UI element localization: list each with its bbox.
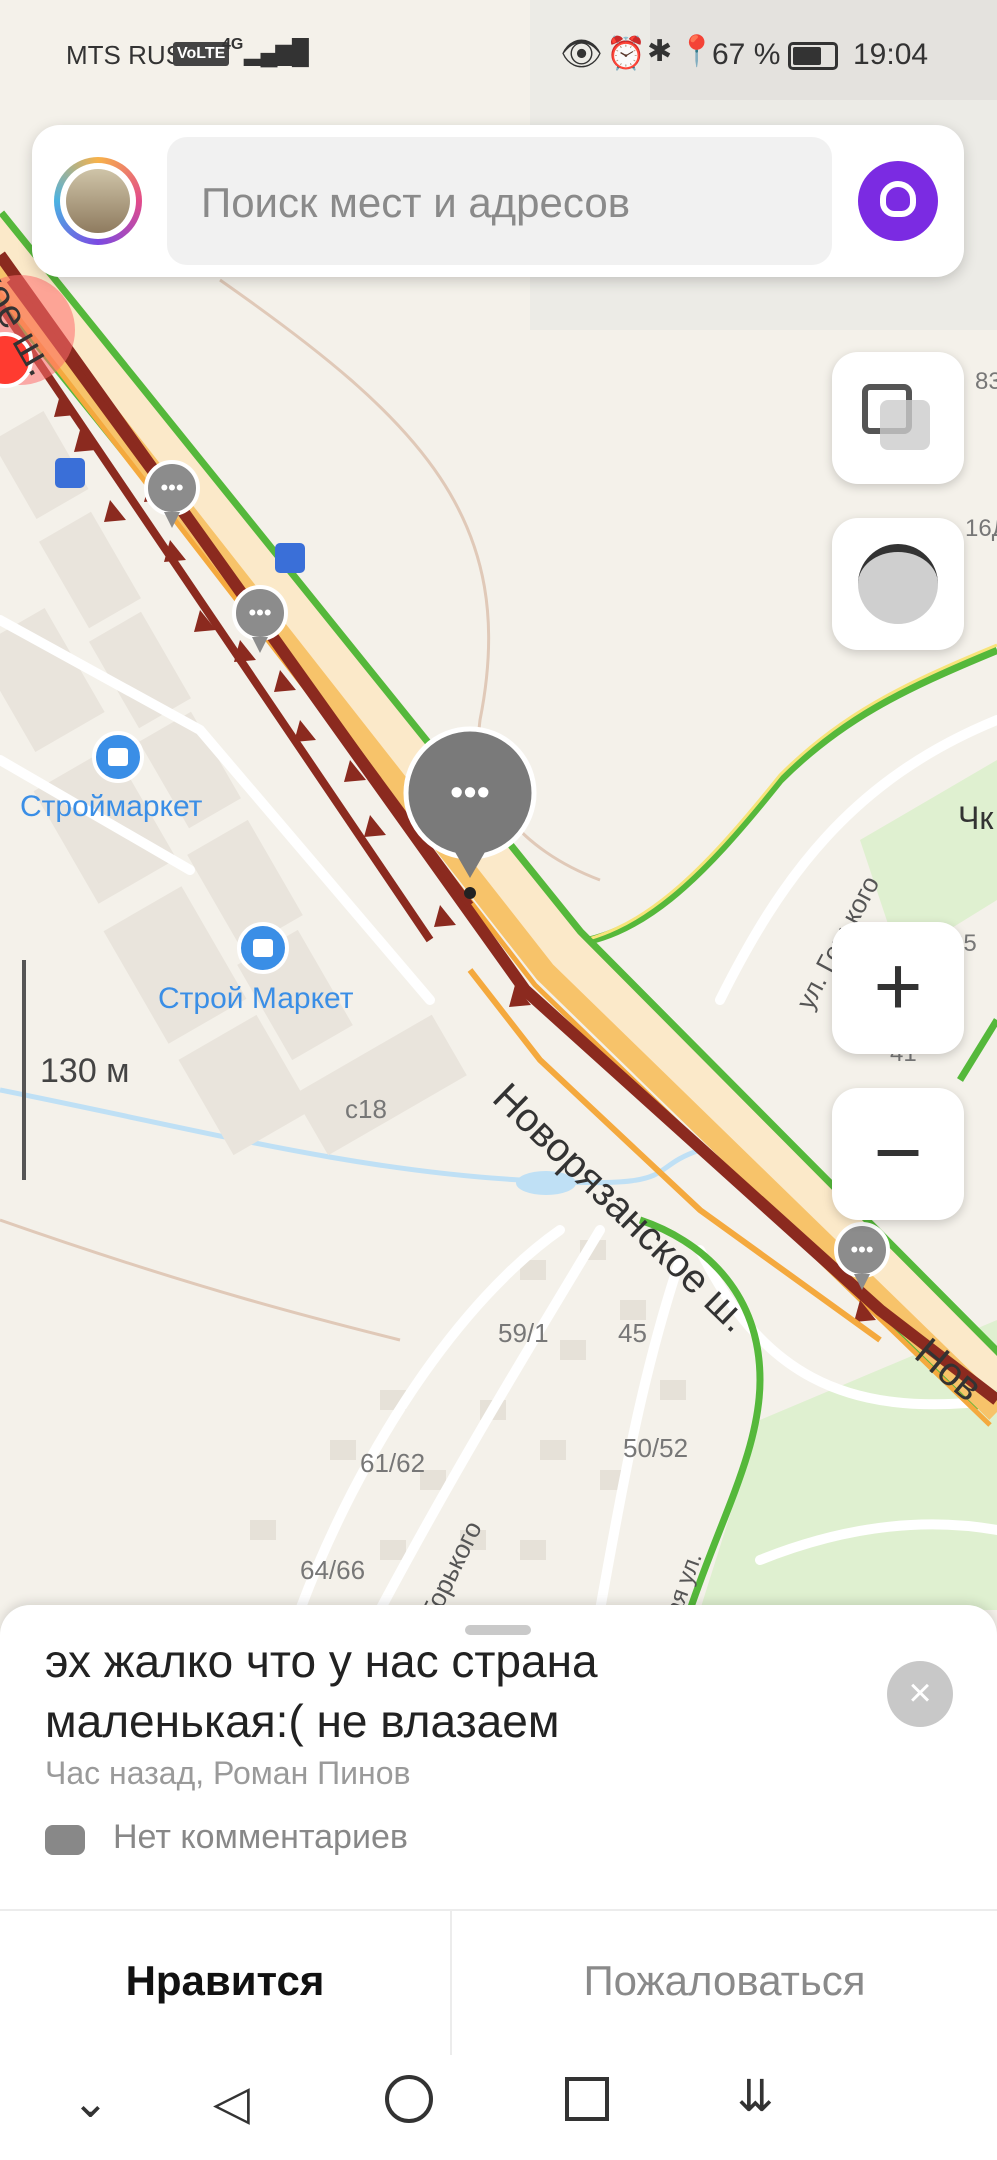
comments-count[interactable]: Нет комментариев [113,1818,408,1857]
carrier-label: MTS RUS [66,40,183,70]
alice-assistant-icon[interactable] [858,161,938,241]
place-label: Чк [958,800,994,836]
poi-label[interactable]: Строй Маркет [158,982,353,1016]
house-number: 45 [618,1318,647,1348]
network-type: 4G [222,36,244,53]
event-pin-icon[interactable]: ••• [238,593,282,633]
close-icon: × [908,1671,932,1715]
location-icon: 📍 [678,35,716,68]
house-number: 59/1 [498,1318,549,1348]
back-icon[interactable]: ◁ [213,2075,250,2131]
minus-icon: − [873,1105,923,1199]
recents-icon[interactable] [565,2077,609,2121]
battery-icon [788,42,838,70]
house-number: 16Д [965,515,997,542]
like-button[interactable]: Нравится [0,1911,450,2055]
route-button[interactable] [832,518,964,650]
report-button-label: Пожаловаться [583,1957,866,2004]
zoom-in-button[interactable]: + [832,922,964,1054]
bluetooth-icon: ✱ [647,35,673,68]
event-pin-icon[interactable]: ••• [150,468,194,508]
eye-icon: 👁 [560,35,604,73]
scale-label: 130 м [40,1052,130,1090]
signal-icon: ▂▄▆█ [244,39,309,66]
plus-icon: + [873,939,923,1033]
search-placeholder: Поиск мест и адресов [201,179,631,226]
route-icon [858,544,938,624]
alarm-icon: ⏰ [606,35,646,71]
house-number: 83 [975,368,997,395]
layers-icon-back [880,400,930,450]
chevron-down-icon[interactable]: ⌄ [72,2077,109,2128]
clock: 19:04 [853,38,929,71]
system-nav-bar: ⌄ ◁ ⇊ [0,2055,997,2160]
battery-percent: 67 % [712,38,781,71]
zoom-out-button[interactable]: − [832,1088,964,1220]
volte-badge: VoLTE [173,42,230,66]
house-number: 61/62 [360,1448,426,1478]
poi-label[interactable]: Строймаркет [20,790,202,824]
report-button[interactable]: Пожаловаться [452,1911,997,2055]
notifications-pull-icon[interactable]: ⇊ [737,2071,774,2122]
comment-icon [45,1825,85,1855]
comment-text: эх жалко что у нас страна маленькая:( не… [45,1635,598,1747]
house-number: 64/66 [300,1555,366,1585]
avatar[interactable] [54,157,142,245]
search-bar: Поиск мест и адресов [32,125,964,277]
selected-event-pin-icon[interactable]: ••• [420,760,520,826]
house-number: 50/52 [623,1433,689,1463]
layers-button[interactable] [832,352,964,484]
home-icon[interactable] [385,2075,433,2123]
status-bar: MTS RUS VoLTE 4G ▂▄▆█ 👁 ⏰ ✱ 📍 67 % 19:04 [0,0,997,110]
house-number: с18 [345,1094,387,1124]
like-button-label: Нравится [125,1957,325,2004]
close-button[interactable]: × [887,1661,953,1727]
search-input[interactable]: Поиск мест и адресов [167,137,832,265]
comment-meta: Час назад, Роман Пинов [45,1755,411,1791]
event-pin-icon[interactable]: ••• [840,1230,884,1270]
